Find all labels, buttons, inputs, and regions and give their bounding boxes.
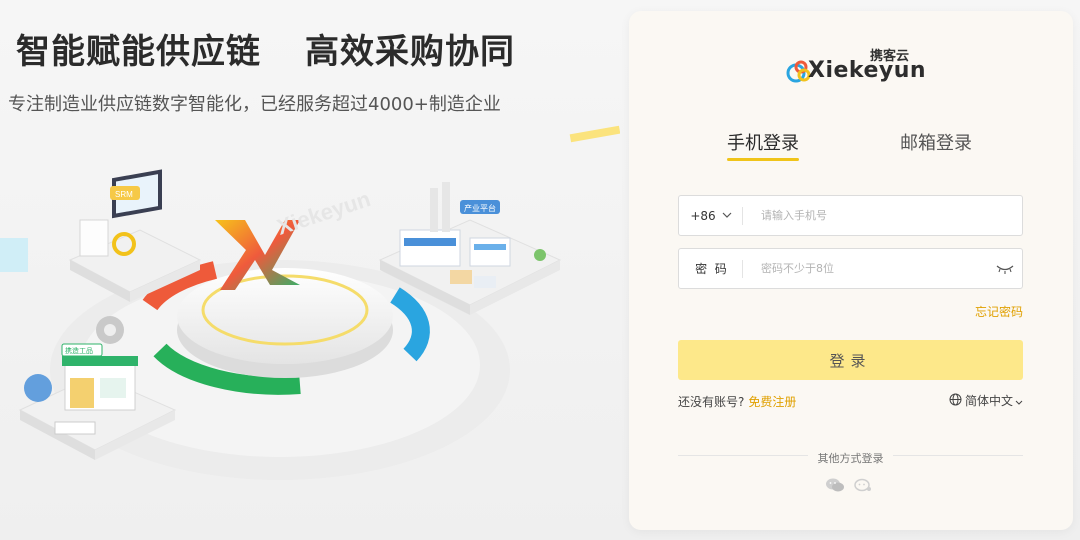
- login-button[interactable]: 登录: [678, 340, 1023, 380]
- password-input[interactable]: [743, 249, 988, 288]
- tab-email-login[interactable]: 邮箱登录: [900, 129, 972, 155]
- tab-phone-login[interactable]: 手机登录: [727, 129, 799, 161]
- password-field: 密 码: [678, 248, 1023, 289]
- other-login-label: 其他方式登录: [817, 452, 884, 465]
- brand-3d-text: Xiekeyun: [274, 186, 374, 240]
- streak-decoration: [569, 125, 620, 143]
- other-login-divider: 其他方式登录: [678, 447, 1023, 465]
- logo-en-text: Xiekeyun: [808, 58, 927, 83]
- password-label: 密 码: [679, 249, 743, 288]
- hero-section: 智能赋能供应链 高效采购协同 专注制造业供应链数字智能化，已经服务超过4000+制…: [0, 0, 620, 540]
- hero-title-part2: 高效采购协同: [305, 32, 515, 72]
- register-prompt: 还没有账号?: [678, 395, 745, 409]
- country-code-value: +86: [690, 208, 716, 223]
- language-selector[interactable]: 简体中文: [949, 392, 1023, 409]
- phone-input[interactable]: [743, 196, 1022, 235]
- hero-illustration: Xiekeyun SRM 产业平台 携造工品: [0, 125, 620, 480]
- globe-icon: [949, 393, 962, 409]
- chevron-down-icon: [722, 210, 732, 221]
- factory-label: 携造工品: [65, 346, 93, 355]
- enterprise-wechat-icon[interactable]: [853, 477, 873, 493]
- platform-label: 产业平台: [464, 203, 496, 213]
- forgot-password-link[interactable]: 忘记密码: [975, 303, 1023, 320]
- login-tabs: 手机登录 邮箱登录: [629, 129, 1073, 169]
- chevron-down-icon: [1015, 394, 1023, 408]
- country-code-select[interactable]: +86: [679, 196, 743, 235]
- brand-logo: 携客云 Xiekeyun: [786, 45, 926, 85]
- phone-field: +86: [678, 195, 1023, 236]
- blue-badge-decoration: [24, 374, 52, 402]
- language-label: 简体中文: [964, 394, 1013, 408]
- hero-subtitle: 专注制造业供应链数字智能化，已经服务超过4000+制造企业: [8, 94, 501, 115]
- social-login-icons: [825, 477, 873, 493]
- hero-title-part1: 智能赋能供应链: [16, 32, 261, 72]
- register-row: 还没有账号? 免费注册: [678, 393, 796, 410]
- wechat-icon[interactable]: [825, 477, 845, 493]
- register-link[interactable]: 免费注册: [748, 395, 796, 409]
- hero-title: 智能赋能供应链 高效采购协同: [16, 24, 515, 73]
- streak-decoration: [0, 238, 28, 272]
- eye-closed-icon[interactable]: [988, 264, 1022, 274]
- srm-label: SRM: [115, 190, 133, 199]
- login-panel: 携客云 Xiekeyun 手机登录 邮箱登录 +86 密 码 忘记密码 登录 还…: [629, 11, 1073, 530]
